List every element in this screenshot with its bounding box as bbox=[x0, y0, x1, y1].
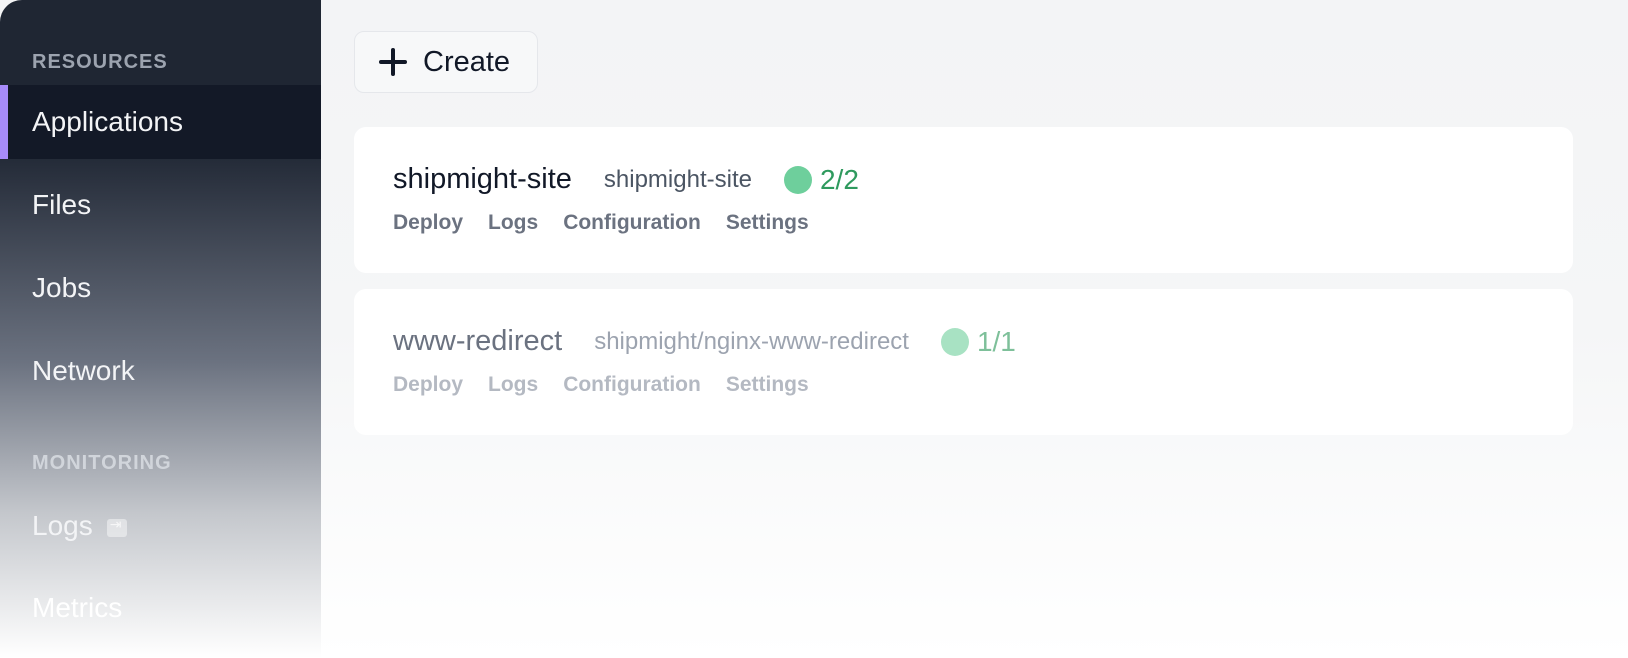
sidebar-item-label: Jobs bbox=[32, 272, 92, 303]
sidebar-item-jobs[interactable]: Jobs bbox=[0, 251, 321, 325]
sidebar-item-metrics[interactable]: Metrics bbox=[0, 571, 321, 645]
sidebar-item-applications[interactable]: Applications bbox=[0, 85, 321, 159]
settings-link[interactable]: Settings bbox=[726, 373, 809, 397]
replica-count: 2/2 bbox=[819, 163, 859, 195]
deploy-link[interactable]: Deploy bbox=[393, 211, 463, 235]
external-link-icon bbox=[106, 516, 127, 537]
configuration-link[interactable]: Configuration bbox=[563, 373, 701, 397]
app-name[interactable]: shipmight-site bbox=[393, 163, 572, 196]
logs-link[interactable]: Logs bbox=[488, 373, 538, 397]
configuration-link[interactable]: Configuration bbox=[563, 211, 701, 235]
logs-link[interactable]: Logs bbox=[488, 211, 538, 235]
sidebar-item-logs[interactable]: Logs bbox=[0, 489, 321, 563]
replica-count: 1/1 bbox=[976, 325, 1016, 357]
deploy-link[interactable]: Deploy bbox=[393, 373, 463, 397]
settings-link[interactable]: Settings bbox=[726, 211, 809, 235]
app-card-www-redirect: www-redirect shipmight/nginx-www-redirec… bbox=[354, 289, 1573, 435]
create-button[interactable]: Create bbox=[354, 31, 538, 93]
sidebar-item-label: Metrics bbox=[32, 592, 123, 623]
sidebar-item-label: Applications bbox=[32, 106, 183, 137]
app-card-shipmight-site: shipmight-site shipmight-site 2/2 Deploy… bbox=[354, 127, 1573, 273]
section-label-resources: RESOURCES bbox=[32, 51, 168, 73]
create-button-label: Create bbox=[423, 45, 511, 78]
status-dot-icon bbox=[783, 165, 812, 194]
app-name[interactable]: www-redirect bbox=[393, 325, 562, 358]
sidebar-item-files[interactable]: Files bbox=[0, 168, 321, 242]
section-label-monitoring: MONITORING bbox=[32, 452, 172, 474]
sidebar-item-label: Logs bbox=[32, 510, 93, 541]
status-dot-icon bbox=[940, 327, 969, 356]
sidebar-item-label: Network bbox=[32, 355, 135, 386]
plus-icon bbox=[377, 46, 409, 78]
sidebar-item-label: Files bbox=[32, 189, 92, 220]
sidebar: RESOURCES Applications Files Jobs Networ… bbox=[0, 0, 321, 658]
sidebar-item-network[interactable]: Network bbox=[0, 334, 321, 408]
app-image: shipmight-site bbox=[603, 165, 752, 193]
app-image: shipmight/nginx-www-redirect bbox=[594, 327, 909, 355]
